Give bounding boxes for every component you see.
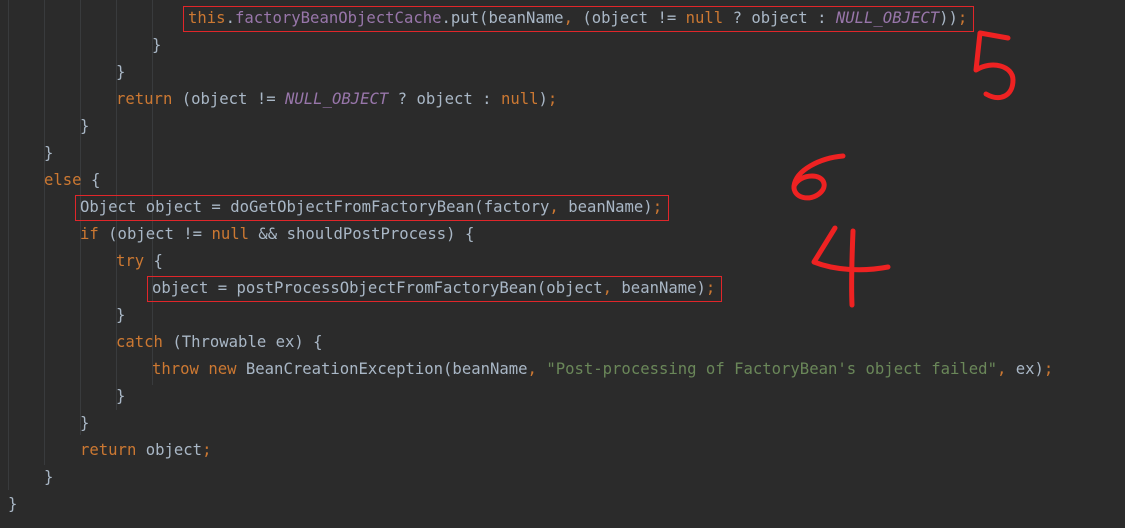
code-token: throw new [152, 360, 237, 378]
highlight-box [75, 195, 670, 221]
code-token: "Post-processing of FactoryBean's object… [546, 360, 997, 378]
code-line[interactable]: else { [44, 167, 100, 194]
code-line[interactable]: } [44, 464, 53, 491]
code-token: } [152, 36, 162, 54]
code-token: } [44, 144, 54, 162]
code-token: ; [547, 90, 558, 108]
code-token: null [500, 90, 539, 108]
code-token: } [44, 468, 54, 486]
code-token: { [81, 171, 101, 189]
code-line[interactable]: } [44, 140, 53, 167]
code-token: && shouldPostProcess) { [249, 225, 475, 243]
code-line[interactable]: if (object != null && shouldPostProcess)… [80, 221, 474, 248]
code-token: (object != [172, 90, 286, 108]
highlight-box [147, 276, 723, 302]
code-token: ; [202, 441, 212, 459]
code-token: return [116, 90, 173, 108]
highlight-box [183, 6, 975, 32]
code-token: object [136, 441, 203, 459]
code-line[interactable]: try { [116, 248, 163, 275]
code-token: BeanCreationException(beanName [236, 360, 528, 378]
code-line[interactable]: } [116, 383, 125, 410]
code-line[interactable]: } [80, 113, 89, 140]
code-token: } [8, 495, 18, 513]
code-token: { [144, 252, 163, 270]
code-line[interactable]: catch (Throwable ex) { [116, 329, 323, 356]
code-token: } [80, 414, 90, 432]
code-token: if [80, 225, 99, 243]
code-token: } [116, 306, 126, 324]
code-token: (object != [98, 225, 212, 243]
code-line[interactable]: } [80, 410, 89, 437]
code-line[interactable]: } [152, 32, 161, 59]
code-token: NULL_OBJECT [285, 90, 389, 108]
code-token: , [527, 360, 537, 378]
code-token: , [996, 360, 1007, 378]
code-token: ) [538, 90, 548, 108]
code-line[interactable]: return (object != NULL_OBJECT ? object :… [116, 86, 557, 113]
code-token: null [211, 225, 250, 243]
code-token: ex) [1006, 360, 1044, 378]
code-editor[interactable]: this.factoryBeanObjectCache.put(beanName… [0, 0, 1125, 528]
code-token: ? object : [388, 90, 501, 108]
code-line[interactable]: throw new BeanCreationException(beanName… [152, 356, 1053, 383]
code-line[interactable]: } [116, 59, 125, 86]
code-token: catch [116, 333, 163, 351]
code-line[interactable]: } [116, 302, 125, 329]
code-token: try [116, 252, 145, 270]
code-token: (Throwable ex) { [162, 333, 323, 351]
code-line[interactable]: } [8, 491, 17, 518]
code-token: else [44, 171, 82, 189]
code-token: } [80, 117, 90, 135]
code-token: ; [1043, 360, 1054, 378]
code-line[interactable]: return object; [80, 437, 211, 464]
code-token: } [116, 63, 126, 81]
indent-guide [44, 0, 45, 465]
code-token: return [80, 441, 137, 459]
indent-guide [8, 0, 9, 490]
code-token: } [116, 387, 126, 405]
